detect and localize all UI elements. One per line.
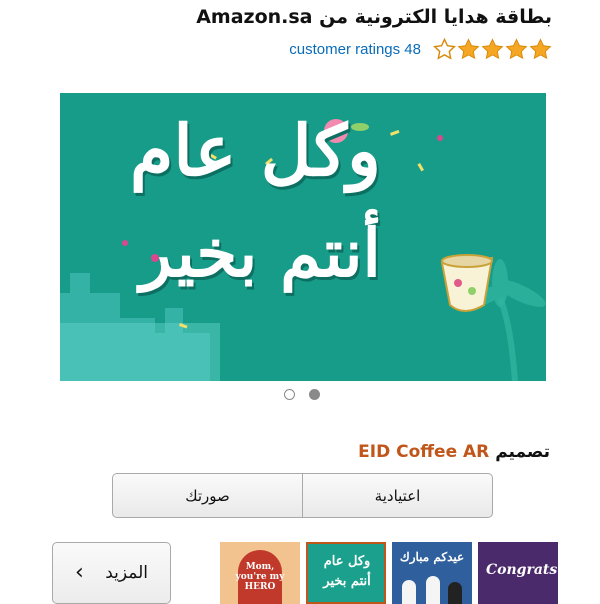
- thumbnail-text: وكل عام أنتم بخير: [323, 554, 371, 589]
- more-designs-button[interactable]: ‹ المزيد: [52, 542, 171, 604]
- product-image[interactable]: وكل عام أنتم بخير: [60, 93, 546, 381]
- carousel-dot-2[interactable]: [309, 389, 320, 400]
- thumbnail-text: عيدكم مبارك: [399, 550, 465, 564]
- variant-option-standard[interactable]: اعتيادية: [302, 474, 492, 517]
- chevron-left-icon: ‹: [75, 560, 84, 585]
- product-title: بطاقة هدايا الكترونية من Amazon.sa: [196, 6, 552, 28]
- star-rating[interactable]: [433, 37, 552, 61]
- thumbnail-mom-hero[interactable]: Mom, you're my HERO: [220, 542, 300, 604]
- ratings-row[interactable]: customer ratings 48: [289, 37, 552, 61]
- hero-greeting-line1: وكل عام: [130, 109, 381, 192]
- more-label: المزيد: [105, 563, 148, 583]
- star-full-icon: [481, 37, 504, 59]
- thumbnail-text: Congrats: [486, 562, 558, 578]
- design-row: تصميم EID Coffee AR: [358, 442, 550, 462]
- hero-greeting-line2: أنتم بخير: [140, 214, 381, 292]
- star-full-icon: [457, 37, 480, 59]
- variant-selector[interactable]: صورتك اعتيادية: [112, 473, 493, 518]
- thumbnail-text: Mom, you're my HERO: [235, 562, 285, 592]
- thumbnail-eid-mubarak[interactable]: عيدكم مبارك: [392, 542, 472, 604]
- design-name: EID Coffee AR: [358, 442, 490, 462]
- star-full-icon: [505, 37, 528, 59]
- carousel-indicator[interactable]: [284, 389, 320, 400]
- thumbnail-eid-coffee[interactable]: وكل عام أنتم بخير: [306, 542, 386, 604]
- star-full-icon: [529, 37, 552, 59]
- design-label: تصميم: [495, 442, 550, 462]
- star-empty-icon: [433, 37, 456, 60]
- carousel-dot-1[interactable]: [284, 389, 295, 400]
- customer-ratings-link[interactable]: customer ratings 48: [289, 41, 421, 58]
- variant-option-your-photo[interactable]: صورتك: [113, 474, 302, 517]
- thumbnail-congrats[interactable]: Congrats: [478, 542, 558, 604]
- design-thumbnails: Mom, you're my HERO وكل عام أنتم بخير عي…: [220, 542, 558, 604]
